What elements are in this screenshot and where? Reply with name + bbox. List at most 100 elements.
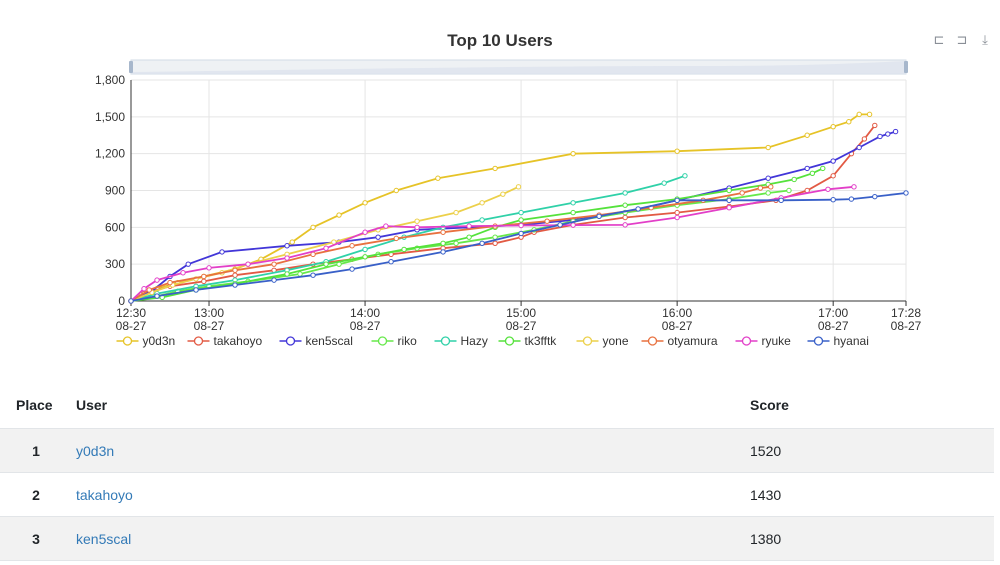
score-header: Score <box>750 382 994 429</box>
score-cell: 1430 <box>750 472 994 517</box>
data-point <box>185 261 191 267</box>
data-point <box>518 230 524 237</box>
legend-item[interactable]: otyamura <box>641 334 718 348</box>
legend-label: y0d3n <box>143 334 176 348</box>
x-tick-time: 12:30 <box>116 306 146 320</box>
data-point <box>674 197 680 204</box>
chart-area: Top 10 Users 0 300 600 900 1,200 1,500 1,800 12:… <box>0 0 1000 360</box>
data-point <box>778 197 784 204</box>
legend-item[interactable]: takahoyo <box>187 334 263 348</box>
legend-item[interactable]: hyanai <box>807 334 869 348</box>
user-link[interactable]: y0d3n <box>76 443 114 459</box>
zoom-reset-icon[interactable]: ⊐ <box>955 34 969 48</box>
x-tick-date: 08-27 <box>506 319 537 333</box>
data-point <box>414 224 420 231</box>
table-row: 2 takahoyo 1430 <box>0 472 994 517</box>
data-point <box>518 217 524 223</box>
data-point <box>791 176 797 183</box>
data-point <box>500 191 506 197</box>
data-point <box>570 150 576 157</box>
legend-item[interactable]: Hazy <box>434 334 488 348</box>
data-point <box>830 158 836 164</box>
x-tick-date: 08-27 <box>350 319 381 333</box>
data-point <box>323 245 329 251</box>
data-point <box>830 123 836 130</box>
zoom-icon[interactable]: ⊏ <box>932 34 946 48</box>
data-point <box>232 282 238 288</box>
data-point <box>310 272 316 278</box>
data-point <box>289 239 295 245</box>
data-point <box>336 212 342 218</box>
data-point <box>830 197 836 203</box>
legend-label: ken5scal <box>306 334 353 348</box>
data-point <box>271 261 277 267</box>
series-line <box>130 113 870 302</box>
data-point <box>866 111 873 118</box>
data-point <box>846 119 852 125</box>
data-point <box>466 234 472 240</box>
data-point <box>674 214 680 221</box>
user-link[interactable]: takahoyo <box>76 487 133 503</box>
x-tick-time: 15:00 <box>506 306 536 320</box>
data-point <box>146 287 152 293</box>
legend-item[interactable]: riko <box>371 334 418 348</box>
data-point <box>674 148 680 154</box>
data-point <box>180 270 186 276</box>
series-tk3fftk <box>128 165 826 304</box>
data-point <box>284 243 290 249</box>
legend-item[interactable]: ryuke <box>735 334 792 348</box>
data-point <box>271 277 277 283</box>
data-point <box>877 133 883 140</box>
data-point <box>383 223 389 229</box>
x-tick-date: 08-27 <box>662 319 693 333</box>
user-link[interactable]: ken5scal <box>76 531 131 547</box>
data-point <box>544 218 550 224</box>
data-point <box>682 173 688 179</box>
series-yone <box>128 184 522 304</box>
user-cell: takahoyo <box>76 472 750 517</box>
legend-item[interactable]: y0d3n <box>116 334 176 348</box>
data-point <box>479 240 485 246</box>
legend-item[interactable]: tk3fftk <box>498 334 558 348</box>
score-cell: 1380 <box>750 516 994 561</box>
legend-marker <box>285 336 296 346</box>
series-line <box>130 124 876 302</box>
datazoom-handle-left[interactable] <box>129 61 133 73</box>
data-point <box>622 190 628 196</box>
data-point <box>232 267 238 274</box>
data-point <box>765 175 771 181</box>
data-point <box>453 240 459 246</box>
data-point <box>310 224 316 231</box>
data-point <box>401 246 407 253</box>
data-point <box>635 206 641 212</box>
data-point <box>661 180 667 186</box>
series-ken5scal <box>128 128 899 304</box>
legend-marker <box>813 336 824 346</box>
datazoom-handle-right[interactable] <box>904 61 908 73</box>
legend-item[interactable]: ken5scal <box>279 334 353 348</box>
legend-label: tk3fftk <box>525 334 558 348</box>
legend-label: Hazy <box>461 334 488 348</box>
table-row: 3 ken5scal 1380 <box>0 516 994 561</box>
user-header: User <box>76 382 750 429</box>
place-header: Place <box>0 382 76 429</box>
data-point <box>284 271 290 277</box>
legend-item[interactable]: yone <box>576 334 629 348</box>
data-point <box>856 144 862 151</box>
legend-label: takahoyo <box>214 334 263 348</box>
data-point <box>393 187 399 194</box>
series-takahoyo <box>128 122 878 304</box>
user-cell: y0d3n <box>76 428 750 473</box>
data-point <box>167 279 173 286</box>
data-point <box>518 222 524 229</box>
series-Hazy <box>128 173 688 304</box>
data-point <box>193 287 199 293</box>
chart-toolbox: ⊏ ⊐ ⤓ <box>932 34 992 48</box>
download-icon[interactable]: ⤓ <box>978 34 992 48</box>
legend-marker <box>741 336 752 346</box>
data-point <box>219 249 225 255</box>
y-tick-label: 1,800 <box>95 73 125 87</box>
data-point <box>851 184 857 190</box>
data-point <box>154 277 160 283</box>
data-point <box>453 209 459 216</box>
